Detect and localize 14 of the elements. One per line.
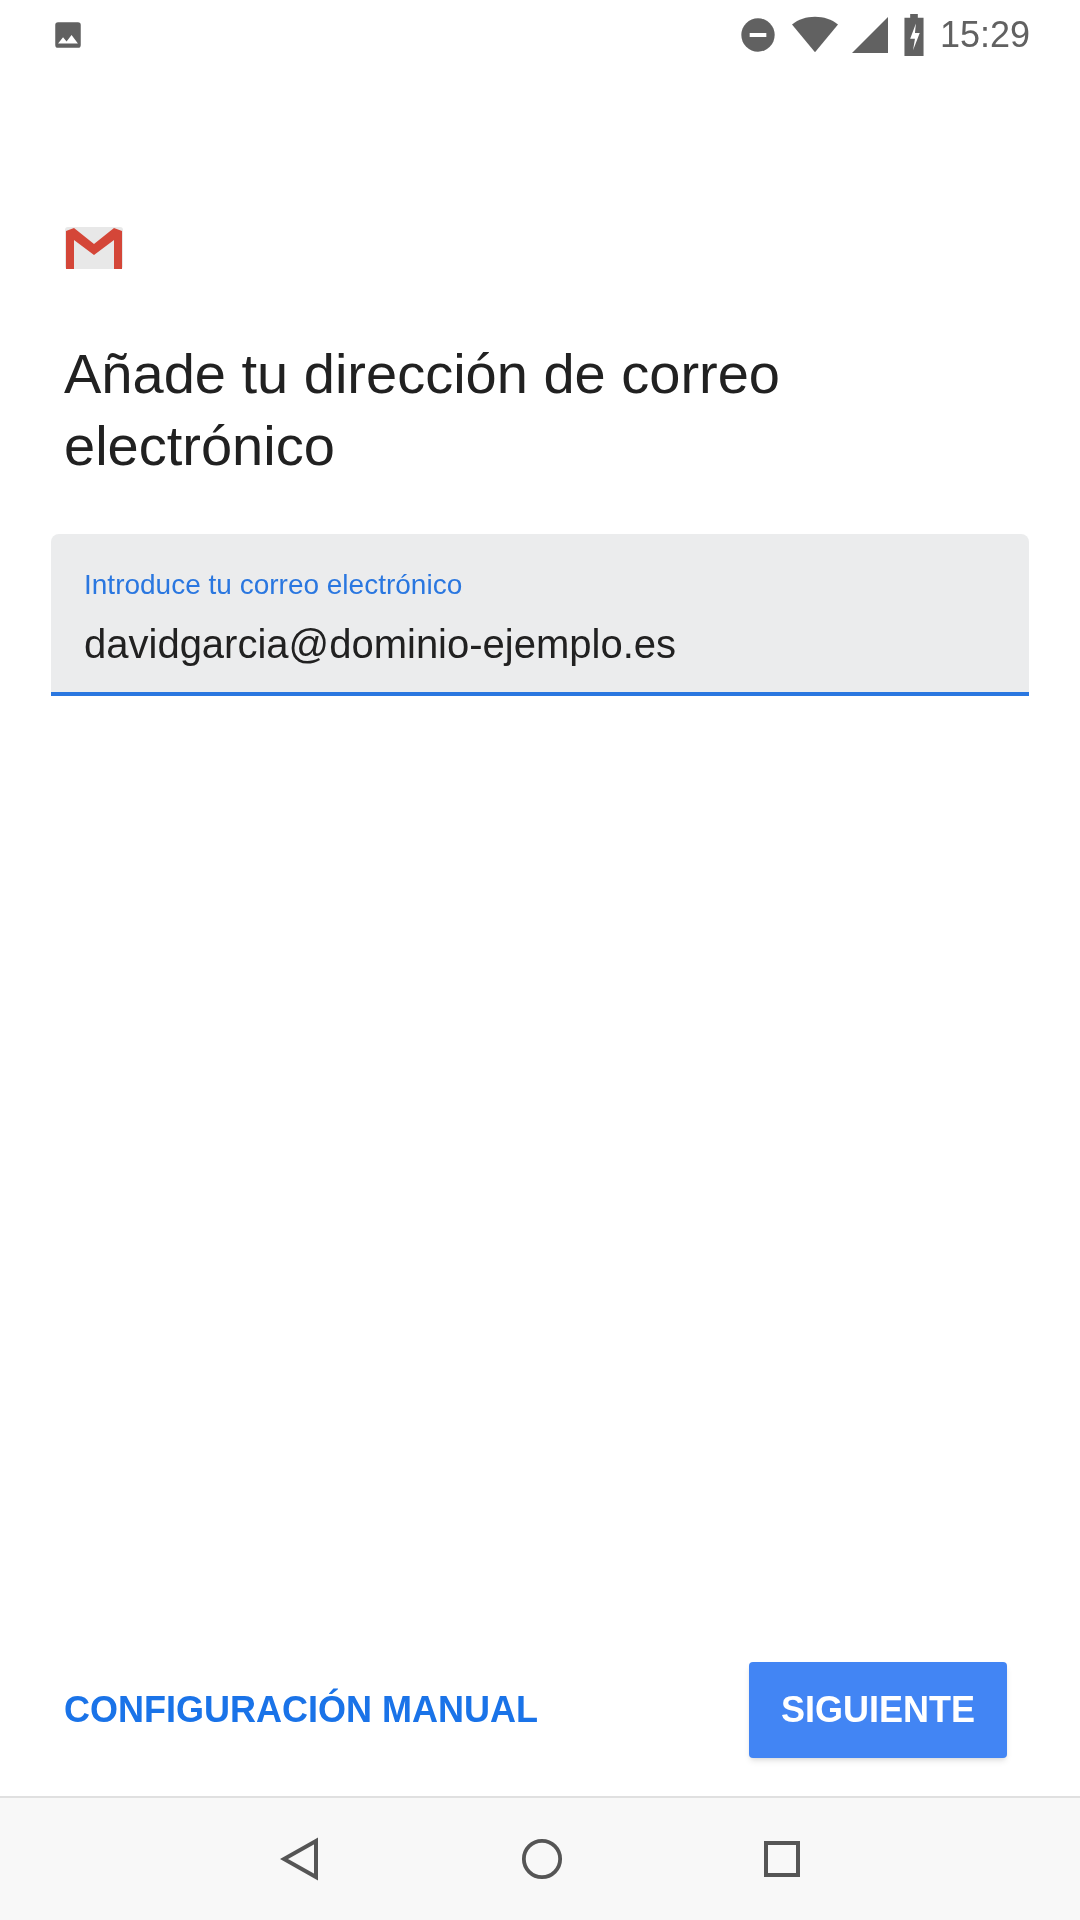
next-button[interactable]: SIGUIENTE <box>748 1662 1007 1758</box>
manual-setup-button[interactable]: CONFIGURACIÓN MANUAL <box>64 1662 538 1758</box>
wifi-icon <box>791 15 838 55</box>
mail-logo-icon <box>64 226 124 270</box>
recents-icon[interactable] <box>763 1841 800 1877</box>
signal-icon <box>851 16 888 54</box>
home-icon[interactable] <box>521 1838 563 1880</box>
back-icon[interactable] <box>280 1837 321 1881</box>
page-title: Añade tu dirección de correo electrónico <box>63 341 781 479</box>
battery-icon <box>901 14 926 56</box>
email-input[interactable]: davidgarcia@dominio-ejemplo.es <box>84 614 996 674</box>
field-label: Introduce tu correo electrónico <box>84 568 464 602</box>
clock: 15:29 <box>939 13 1030 57</box>
email-field[interactable]: Introduce tu correo electrónico davidgarcia@dominio-ejemplo.es <box>51 534 1029 696</box>
